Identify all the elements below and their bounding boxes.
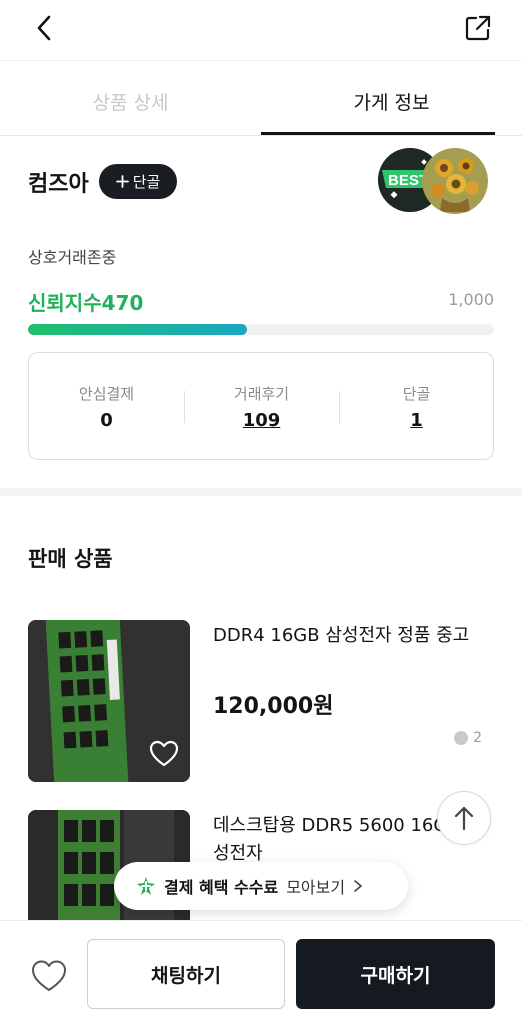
store-badges[interactable]: BEST <box>378 148 490 214</box>
buy-button[interactable]: 구매하기 <box>296 939 495 1009</box>
trust-progress-fill <box>28 324 248 335</box>
stat-label: 안심결제 <box>78 385 135 403</box>
add-regular-label: 단골 <box>132 173 161 191</box>
stat-label: 거래후기 <box>233 385 290 403</box>
favorite-button[interactable] <box>28 955 70 997</box>
product-favorite-button[interactable] <box>148 738 180 770</box>
store-description: 상호거래존중 <box>28 248 117 267</box>
stat-value: 0 <box>100 410 113 431</box>
trust-progress-bar <box>28 324 494 335</box>
active-tab-indicator <box>261 132 495 135</box>
sunflower-artwork-badge <box>422 148 488 214</box>
stat-value[interactable]: 1 <box>410 410 423 431</box>
chat-button[interactable]: 채팅하기 <box>87 939 285 1009</box>
chevron-right-icon <box>354 880 362 892</box>
tab-product-detail[interactable]: 상품 상세 <box>0 68 261 134</box>
product-chat-count: 2 <box>454 730 482 746</box>
promo-link-text: 모아보기 <box>286 878 346 897</box>
stat-label: 단골 <box>402 385 431 403</box>
chat-bubble-icon <box>454 731 469 745</box>
product-title[interactable]: DDR4 16GB 삼성전자 정품 중고 <box>213 622 498 650</box>
store-stats: 안심결제 0 거래후기 109 단골 1 <box>28 352 494 460</box>
section-separator <box>0 488 522 496</box>
chevron-left-icon <box>37 15 51 41</box>
product-image[interactable] <box>28 620 190 782</box>
product-price: 120,000원 <box>213 694 334 719</box>
share-button[interactable] <box>462 12 494 44</box>
top-bar <box>0 0 522 58</box>
arrow-up-icon <box>454 806 474 831</box>
stat-value[interactable]: 109 <box>243 410 281 431</box>
stat-reviews[interactable]: 거래후기 109 <box>184 353 339 461</box>
heart-icon <box>149 740 179 767</box>
stat-regulars[interactable]: 단골 1 <box>339 353 494 461</box>
stat-safe-payment: 안심결제 0 <box>29 353 184 461</box>
trust-score-label: 신뢰지수 <box>28 291 102 315</box>
back-button[interactable] <box>28 12 60 44</box>
plus-icon <box>115 175 129 188</box>
trust-score-max: 1,000 <box>448 290 494 309</box>
products-section-title: 판매 상품 <box>28 547 113 571</box>
plus-badge-icon <box>137 877 155 895</box>
trust-score-value: 470 <box>101 291 144 315</box>
share-external-icon <box>465 15 491 41</box>
payment-benefits-banner[interactable]: 결제 혜택 수수료 모아보기 <box>114 862 408 910</box>
heart-icon <box>32 960 66 991</box>
tab-store-info[interactable]: 가게 정보 <box>261 68 522 134</box>
scroll-to-top-button[interactable] <box>437 791 491 845</box>
product-card[interactable]: DDR4 16GB 삼성전자 정품 중고 120,000원 2 <box>28 620 494 782</box>
store-name: 컴즈아 <box>28 172 89 197</box>
trust-score: 신뢰지수470 <box>28 287 143 316</box>
add-regular-button[interactable]: 단골 <box>99 164 177 199</box>
tab-bar: 상품 상세 가게 정보 <box>0 68 522 136</box>
promo-highlight-text: 결제 혜택 수수료 <box>164 878 279 897</box>
chat-count-value: 2 <box>473 730 482 746</box>
bottom-action-bar: 채팅하기 구매하기 <box>0 920 522 1024</box>
divider <box>0 60 522 61</box>
